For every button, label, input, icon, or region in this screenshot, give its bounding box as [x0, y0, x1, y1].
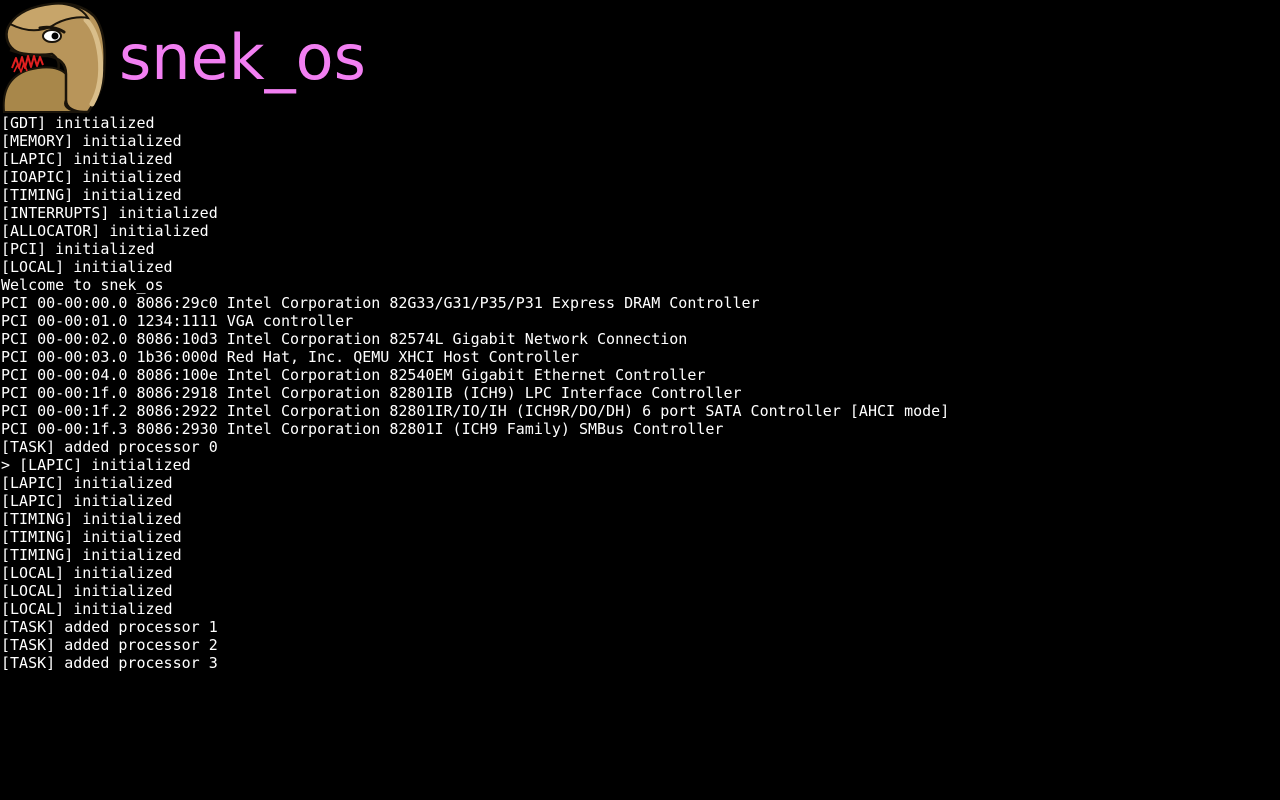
console-line: [TIMING] initialized: [1, 510, 182, 528]
console-line: [TIMING] initialized: [1, 528, 182, 546]
console-line: [LAPIC] initialized: [1, 474, 173, 492]
console-line: [TASK] added processor 0: [1, 438, 218, 456]
console-line: [LOCAL] initialized: [1, 564, 173, 582]
console-line: PCI 00-00:1f.3 8086:2930 Intel Corporati…: [1, 420, 724, 438]
console-line: [TASK] added processor 3: [1, 654, 218, 672]
console-line: PCI 00-00:02.0 8086:10d3 Intel Corporati…: [1, 330, 688, 348]
console-line: PCI 00-00:1f.0 8086:2918 Intel Corporati…: [1, 384, 742, 402]
console-line: [GDT] initialized: [1, 114, 155, 132]
console-line: PCI 00-00:00.0 8086:29c0 Intel Corporati…: [1, 294, 760, 312]
console-line: PCI 00-00:03.0 1b36:000d Red Hat, Inc. Q…: [1, 348, 579, 366]
console-line: [INTERRUPTS] initialized: [1, 204, 218, 222]
boot-console: [GDT] initialized [MEMORY] initialized [LA…: [1, 114, 949, 672]
console-line: [LAPIC] initialized: [1, 150, 173, 168]
console-line: Welcome to snek_os: [1, 276, 164, 294]
console-line: [LAPIC] initialized: [1, 492, 173, 510]
header: snek_os: [0, 0, 1280, 114]
console-line: PCI 00-00:01.0 1234:1111 VGA controller: [1, 312, 354, 330]
console-line: [MEMORY] initialized: [1, 132, 182, 150]
console-line: [LOCAL] initialized: [1, 258, 173, 276]
console-line: [TASK] added processor 1: [1, 618, 218, 636]
console-line: [LOCAL] initialized: [1, 600, 173, 618]
console-line: [TASK] added processor 2: [1, 636, 218, 654]
console-line: [TIMING] initialized: [1, 546, 182, 564]
console-line: [TIMING] initialized: [1, 186, 182, 204]
console-line: [IOAPIC] initialized: [1, 168, 182, 186]
console-line: PCI 00-00:04.0 8086:100e Intel Corporati…: [1, 366, 706, 384]
os-screen: snek_os [GDT] initialized [MEMORY] initia…: [0, 0, 1280, 800]
console-line: PCI 00-00:1f.2 8086:2922 Intel Corporati…: [1, 402, 950, 420]
console-line: > [LAPIC] initialized: [1, 456, 191, 474]
snake-logo-icon: [2, 2, 106, 114]
console-line: [ALLOCATOR] initialized: [1, 222, 209, 240]
console-line: [PCI] initialized: [1, 240, 155, 258]
os-title: snek_os: [119, 21, 366, 94]
console-line: [LOCAL] initialized: [1, 582, 173, 600]
